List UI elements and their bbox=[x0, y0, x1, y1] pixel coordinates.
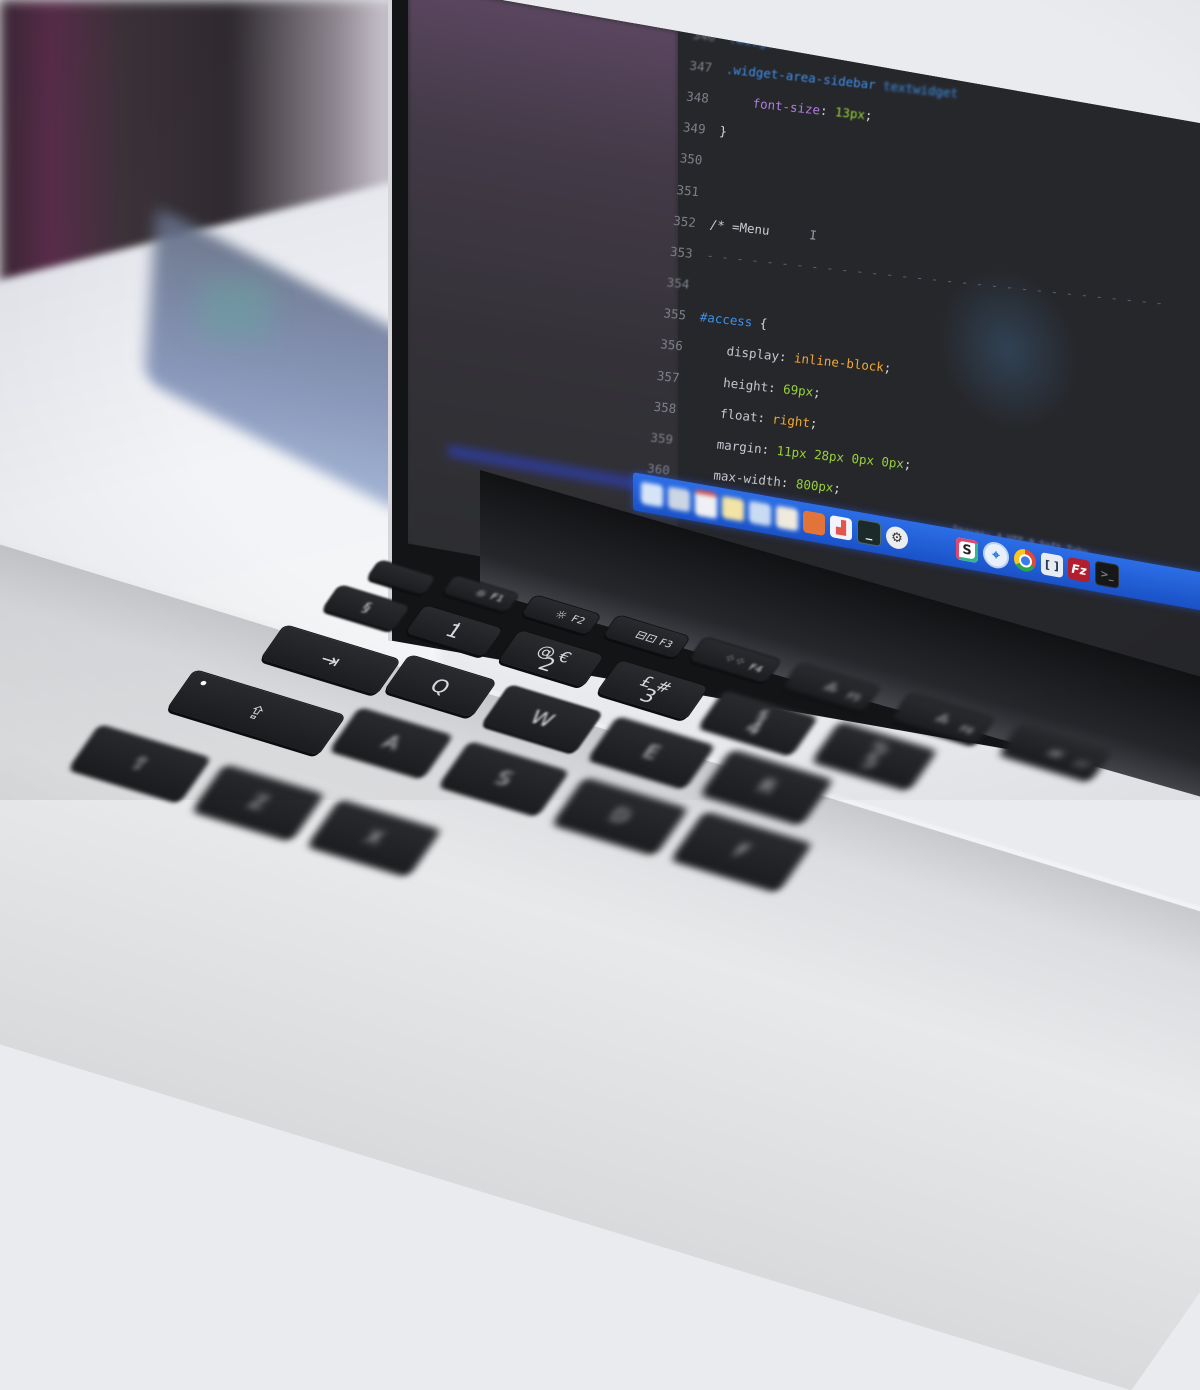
key-esc[interactable] bbox=[367, 560, 436, 596]
key-3[interactable]: £ #3 bbox=[596, 660, 708, 720]
key-tab[interactable]: ⇥ bbox=[260, 625, 400, 695]
key-section[interactable]: § bbox=[322, 585, 410, 632]
key-f3[interactable]: ⊟⊡ F3 bbox=[602, 615, 690, 659]
key-f2[interactable]: ☼ F2 bbox=[521, 595, 601, 635]
key-q[interactable]: Q bbox=[384, 655, 496, 718]
key-caps-lock[interactable]: ⇪ bbox=[167, 670, 345, 756]
key-w[interactable]: W bbox=[482, 685, 602, 753]
key-e[interactable]: E bbox=[589, 717, 714, 788]
key-2[interactable]: @ €2 bbox=[498, 630, 604, 687]
key-f1[interactable]: ☼ F1 bbox=[442, 575, 519, 613]
key-f5[interactable]: ⁂ F5 bbox=[782, 663, 880, 713]
key-shift[interactable]: ⇧ bbox=[69, 725, 210, 802]
key-f6[interactable]: ⁂ F6 bbox=[891, 693, 994, 746]
key-4[interactable]: $4 bbox=[699, 690, 817, 755]
key-1[interactable]: ! 1 bbox=[405, 605, 503, 657]
key-a[interactable]: A bbox=[331, 708, 452, 778]
keyboard: ☼ F1 ☼ F2 ⊟⊡ F3 ⁘⁘ F4 ⁂ F5 ⁂ F6 ◂◂ F7 § ! 1 @ €2… bbox=[0, 0, 1200, 891]
key-f4[interactable]: ⁘⁘ F4 bbox=[688, 637, 781, 684]
key-5[interactable]: % 5 bbox=[813, 722, 936, 790]
key-f7[interactable]: ◂◂ F7 bbox=[1000, 725, 1110, 781]
caps-lock-led bbox=[199, 680, 208, 686]
